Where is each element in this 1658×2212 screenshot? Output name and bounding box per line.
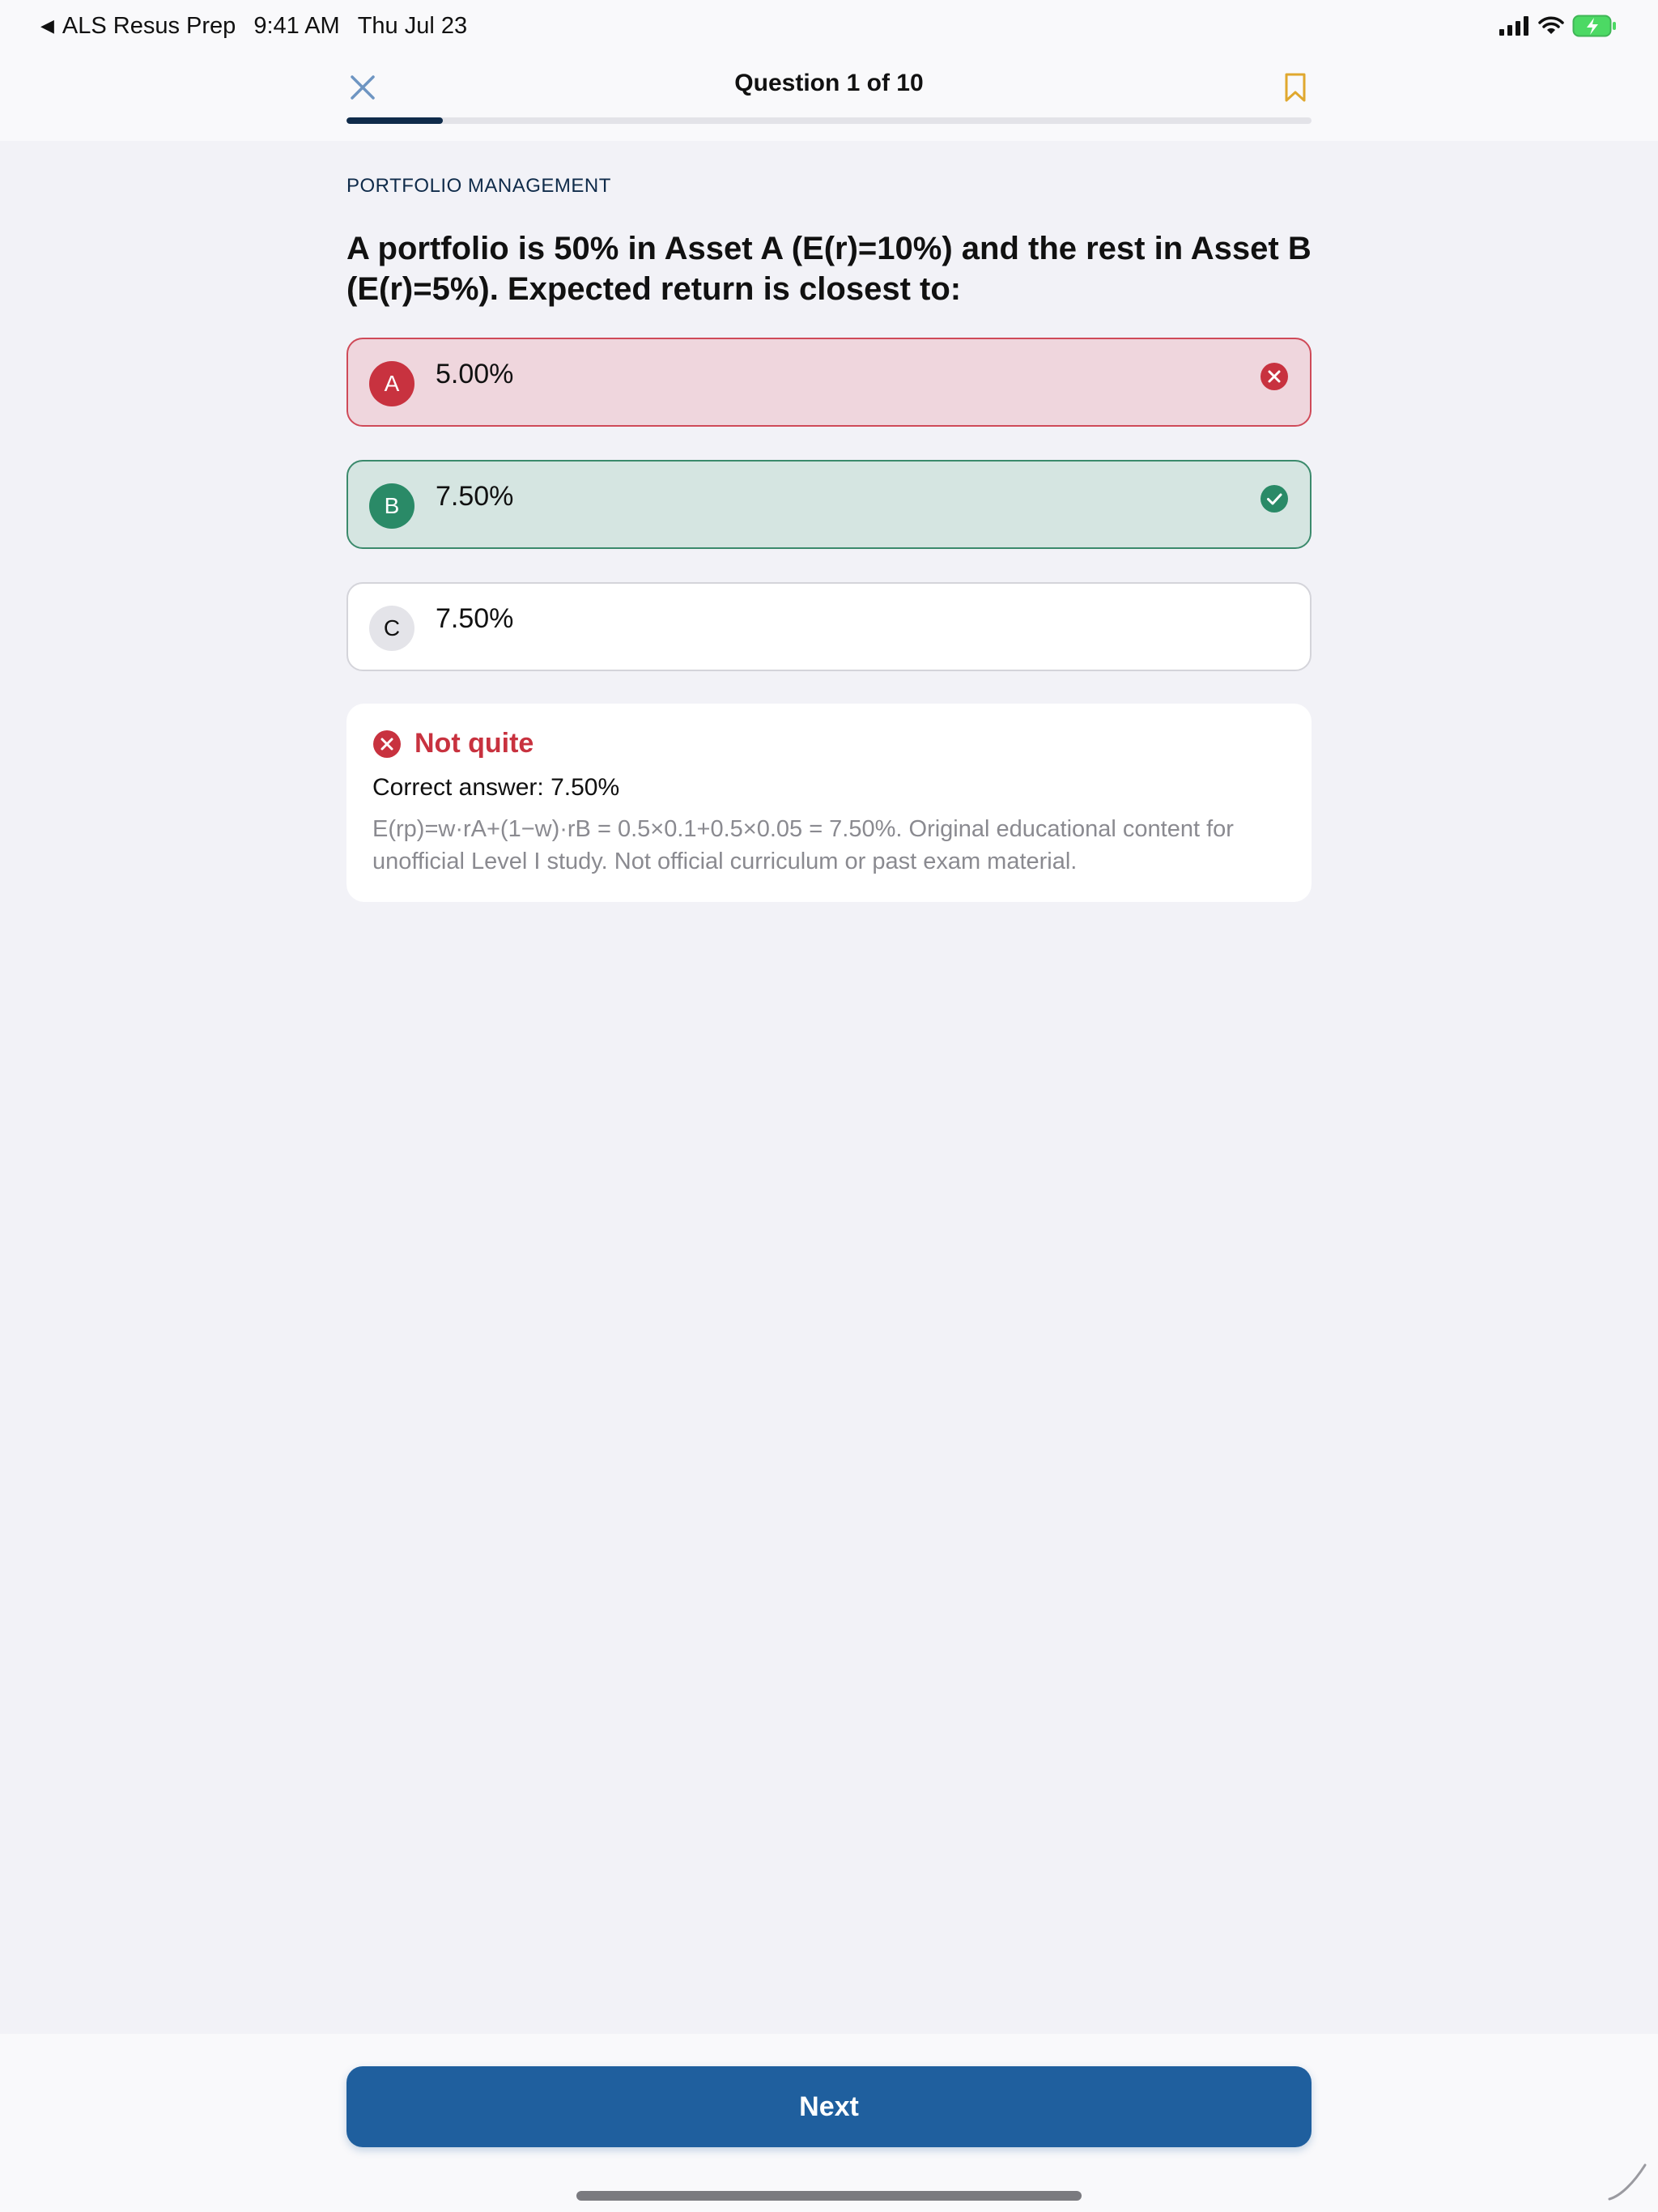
- option-b-letter: B: [369, 483, 414, 529]
- back-arrow-icon[interactable]: ◀: [40, 15, 54, 36]
- explanation-text: E(rp)=w·rA+(1−w)·rB = 0.5×0.1+0.5×0.05 =…: [372, 816, 1234, 874]
- option-a[interactable]: A 5.00%: [346, 338, 1312, 427]
- bottom-bar: Next: [0, 2034, 1658, 2212]
- question-text: A portfolio is 50% in Asset A (E(r)=10%)…: [346, 231, 1312, 307]
- question-content: PORTFOLIO MANAGEMENT A portfolio is 50% …: [346, 170, 1312, 902]
- option-a-text: 5.00%: [436, 359, 514, 389]
- quiz-progress-fill: [346, 117, 444, 124]
- battery-charging-icon: [1572, 15, 1616, 37]
- home-indicator[interactable]: [576, 2191, 1082, 2201]
- quiz-nav: Question 1 of 10: [346, 65, 1312, 110]
- feedback-title: Not quite: [414, 728, 534, 759]
- status-date: Thu Jul 23: [357, 12, 468, 39]
- option-a-letter: A: [369, 361, 414, 406]
- incorrect-icon: [1261, 363, 1288, 390]
- question-counter: Question 1 of 10: [734, 70, 924, 96]
- correct-check-icon: [1261, 485, 1288, 513]
- option-c[interactable]: C 7.50%: [346, 582, 1312, 671]
- feedback-card: Not quite Correct answer: 7.50% E(rp)=w·…: [346, 704, 1312, 902]
- status-time: 9:41 AM: [253, 12, 340, 39]
- option-c-text: 7.50%: [436, 603, 514, 634]
- bookmark-button[interactable]: [1279, 70, 1312, 105]
- pencil-icon: [1608, 2163, 1647, 2201]
- error-icon: [373, 730, 401, 758]
- back-app-link[interactable]: ALS Resus Prep: [62, 13, 236, 40]
- cellular-signal-icon: [1499, 16, 1528, 36]
- top-bar: ◀ ALS Resus Prep 9:41 AM Thu Jul 23 Ques…: [0, 0, 1658, 141]
- status-bar-left: ◀ ALS Resus Prep 9:41 AM Thu Jul 23: [40, 11, 467, 40]
- option-c-letter: C: [369, 606, 414, 651]
- option-b-text: 7.50%: [436, 481, 514, 512]
- quiz-progress-bar: [346, 117, 1312, 124]
- option-b[interactable]: B 7.50%: [346, 460, 1312, 549]
- correct-answer-text: Correct answer: 7.50%: [372, 774, 620, 801]
- feedback-header: Not quite: [372, 728, 1286, 759]
- wifi-icon: [1538, 16, 1564, 34]
- bookmark-icon: [1285, 73, 1306, 102]
- question-category: PORTFOLIO MANAGEMENT: [346, 175, 611, 197]
- next-button[interactable]: Next: [346, 2066, 1312, 2147]
- status-bar-right: [1499, 11, 1618, 40]
